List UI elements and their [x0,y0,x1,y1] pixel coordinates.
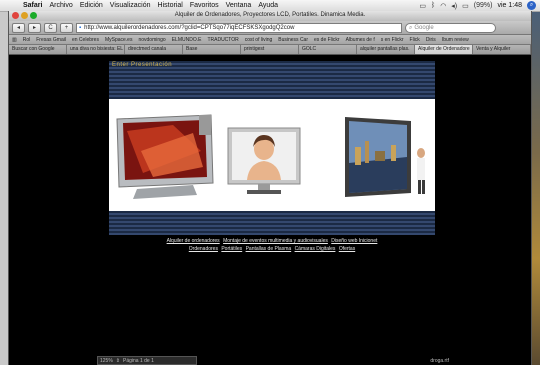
search-input[interactable]: ⌕ Google [405,22,496,33]
page-navigator: 125% ⇕ Página 1 de 1 [97,356,197,365]
menu-edicion[interactable]: Edición [80,2,103,9]
tab-label: Alquiler de Ordenadore [418,46,470,52]
menu-archivo[interactable]: Archivo [49,2,72,9]
bookmark-item[interactable]: Ibum review [442,37,469,43]
header-banner: Enter Presentación [109,61,435,99]
page-icon: ▪ [79,24,82,31]
plasma-screen-image[interactable] [341,113,431,199]
bookmark-item[interactable]: Diris [426,37,436,43]
footer-banner [109,211,435,235]
tab-label: GOLC [302,46,317,52]
forward-button[interactable]: ▸ [28,22,41,33]
clock[interactable]: vie 1:48 [497,2,522,9]
web-page: Enter Presentación Alquiler de ordenador… [9,55,531,347]
bookmark-item[interactable]: Rol [23,37,31,43]
bluetooth-icon[interactable]: ᛒ [431,2,435,9]
window-title: Alquiler de Ordenadores, Proyectores LCD… [174,12,366,18]
bookmark-item[interactable]: Albumes de f [346,37,375,43]
tab-label: Buscar con Google [12,46,55,52]
menu-historial[interactable]: Historial [158,2,183,9]
bookmark-item[interactable]: TRADUCTOR [207,37,238,43]
file-name[interactable]: droga.rtf [430,358,449,364]
tab-label: una diva no bisiesta: EL [70,46,124,52]
show-bookmarks-icon[interactable]: ▥ [12,37,17,43]
volume-icon[interactable]: ◂) [451,2,457,10]
bookmarks-bar: ▥ Rol Fresas Gmail en Celebres MySpace.e… [9,35,531,45]
window-titlebar[interactable]: Alquiler de Ordenadores, Proyectores LCD… [9,11,531,21]
link-ofertas[interactable]: Ofertas [339,246,355,252]
battery-percent: (99%) [473,2,493,9]
tab-item[interactable]: Venta y Alquiler [473,45,531,54]
page-indicator: Página 1 de 1 [123,357,154,364]
bookmark-item[interactable]: novdomingo [138,37,165,43]
link-portatiles[interactable]: Portátiles [221,246,242,252]
bookmark-item[interactable]: Fresas Gmail [36,37,66,43]
link-diseno-web[interactable]: Diseño web Inicionet [331,238,377,244]
browser-toolbar: ◂ ▸ C + ▪ http://www.alquilerordenadores… [9,21,531,35]
add-bookmark-button[interactable]: + [60,22,73,33]
bookmark-item[interactable]: Flick [410,37,420,43]
tab-item[interactable]: directmed canala [125,45,183,54]
bookmark-item[interactable]: cost of living [245,37,273,43]
menu-favoritos[interactable]: Favoritos [190,2,219,9]
tab-item[interactable]: printigest [241,45,299,54]
link-alquiler-ordenadores[interactable]: Alquiler de ordenadores [167,238,220,244]
tab-item[interactable]: alquiler pantallas plas. [357,45,415,54]
link-ordenadores[interactable]: Ordenadores [189,246,218,252]
tab-label: printigest [244,46,265,52]
bookmark-item[interactable]: en Celebres [72,37,99,43]
enter-presentation-link[interactable]: Enter Presentación [112,62,172,68]
link-montaje-eventos[interactable]: Montaje de eventos multimedia y audiovis… [223,238,328,244]
search-placeholder: Google [414,24,434,31]
bookmark-item[interactable]: s en Flickr [381,37,404,43]
back-button[interactable]: ◂ [12,22,25,33]
bookmark-item[interactable]: ELMUNDO.E [172,37,202,43]
link-camaras-digitales[interactable]: Cámaras Digitales [295,246,336,252]
battery-icon[interactable]: ▭ [462,2,469,10]
address-bar[interactable]: ▪ http://www.alquilerordenadores.com/?gc… [76,22,402,33]
tab-item[interactable]: GOLC [299,45,357,54]
tab-label: Base [186,46,198,52]
browser-window: Alquiler de Ordenadores, Proyectores LCD… [8,11,532,365]
menu-safari[interactable]: Safari [23,2,42,9]
tab-label: alquiler pantallas plas. [360,46,410,52]
tab-item[interactable]: Base [183,45,241,54]
tab-item[interactable]: Buscar con Google [9,45,67,54]
menu-ayuda[interactable]: Ayuda [258,2,278,9]
tab-label: Venta y Alquiler [476,46,511,52]
links-row-1: Alquiler de ordenadores Montaje de event… [109,238,435,245]
reload-button[interactable]: C [44,22,57,33]
menu-ventana[interactable]: Ventana [226,2,252,9]
display-icon[interactable]: ▭ [419,2,426,10]
lcd-monitor-image[interactable] [227,127,301,197]
wifi-icon[interactable]: ◠ [440,2,446,10]
bookmark-item[interactable]: es de Flickr [314,37,340,43]
spotlight-icon[interactable]: ⌕ [527,1,536,10]
status-bar: 125% ⇕ Página 1 de 1 droga.rtf [9,356,531,365]
bookmark-item[interactable]: Business Car [278,37,308,43]
links-row-2: Ordenadores Portátiles Pantallas de Plas… [109,246,435,253]
url-text: http://www.alquilerordenadores.com/?gcli… [84,24,295,31]
plasma-tv-image[interactable] [113,111,217,201]
menubar-status: ▭ ᛒ ◠ ◂) ▭ (99%) vie 1:48 ⌕ [419,1,536,10]
link-pantallas-plasma[interactable]: Pantallas de Plasma [246,246,292,252]
product-showcase [109,99,435,211]
tab-label: directmed canala [128,46,167,52]
zoom-select[interactable]: 125% [100,358,113,364]
tab-item[interactable]: una diva no bisiesta: EL [67,45,125,54]
tab-item-active[interactable]: Alquiler de Ordenadore [415,45,473,54]
search-icon: ⌕ [409,24,413,31]
bookmark-item[interactable]: MySpace.es [105,37,133,43]
chevron-updown-icon[interactable]: ⇕ [116,358,120,364]
menu-visualizacion[interactable]: Visualización [110,2,151,9]
tab-bar: Buscar con Google una diva no bisiesta: … [9,45,531,55]
